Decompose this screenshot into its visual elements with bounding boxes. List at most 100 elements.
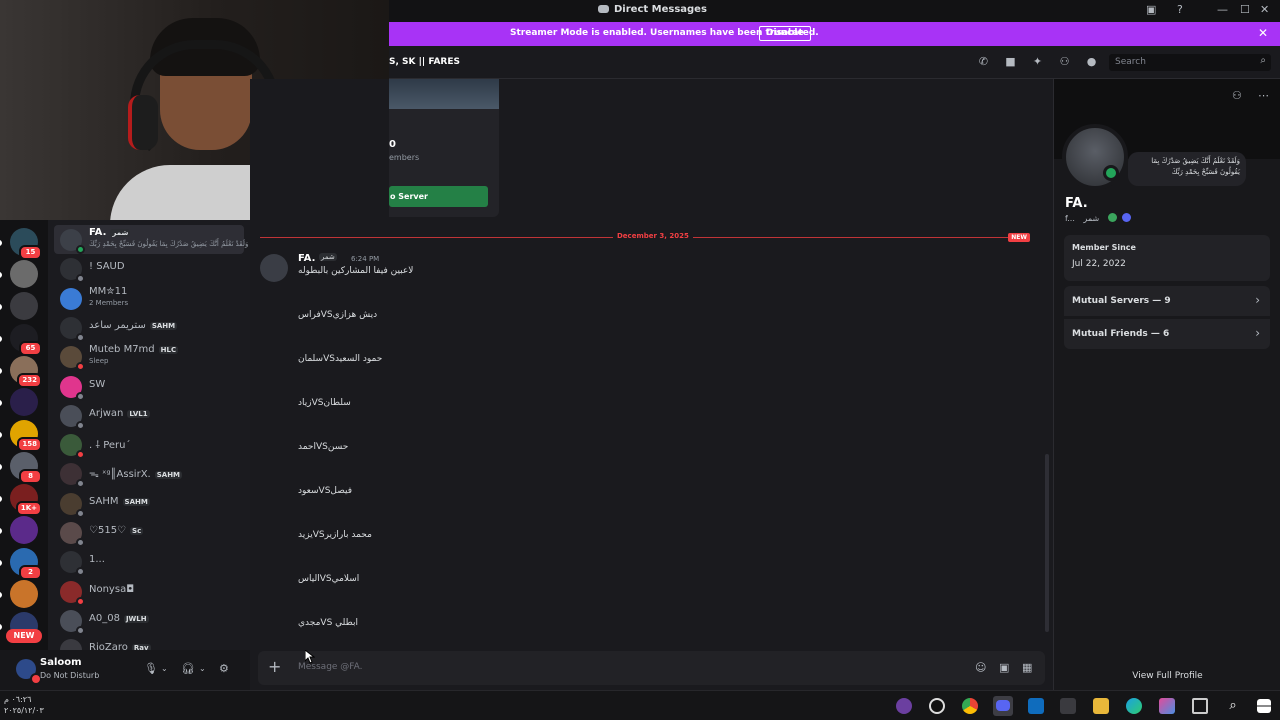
chevron-down-icon[interactable]: ⌄ (161, 664, 168, 673)
join-server-button[interactable]: o Server (389, 186, 488, 207)
copilot-icon[interactable] (1159, 698, 1175, 714)
task-view-icon[interactable] (1192, 698, 1208, 714)
settings-gear-icon[interactable]: ⚙ (219, 662, 229, 675)
dm-item[interactable]: Arjwan LVL1 (54, 401, 244, 430)
search-icon: ⌕ (1260, 55, 1266, 66)
emoji-icon[interactable]: ☺ (975, 661, 986, 674)
status-indicator (76, 567, 85, 577)
server-icon[interactable] (0, 292, 38, 320)
voice-call-icon[interactable]: ✆ (977, 56, 990, 68)
server-icon[interactable]: 15 (0, 228, 42, 260)
disable-streamer-mode-button[interactable]: Disable (759, 26, 811, 41)
windows-start-icon[interactable] (1257, 699, 1271, 713)
chat-scrollbar[interactable] (1045, 454, 1049, 632)
message-author-avatar[interactable] (260, 254, 288, 282)
microphone-icon[interactable]: 🎙︎ (144, 662, 158, 675)
banner-close-icon[interactable]: ✕ (1258, 26, 1268, 40)
add-attachment-icon[interactable]: + (268, 658, 281, 676)
file-explorer-icon[interactable] (1093, 698, 1109, 714)
dm-name-text: SW (89, 378, 106, 390)
more-options-icon[interactable]: ⋯ (1258, 89, 1269, 102)
dm-name: . ⸸ Peru´ (89, 437, 131, 451)
server-icon[interactable]: 65 (0, 324, 42, 356)
server-icon[interactable] (0, 580, 38, 608)
help-icon[interactable]: ? (1177, 3, 1183, 16)
message-timestamp: 6:24 PM (351, 255, 380, 263)
server-icon[interactable] (0, 516, 38, 544)
search-bar[interactable]: Search ⌕ (1109, 54, 1271, 71)
dm-item[interactable]: A0_08 JWLH (54, 606, 244, 635)
server-icon[interactable]: 2 (0, 548, 42, 580)
server-icon[interactable] (0, 260, 38, 288)
dm-item[interactable]: MM✮11 2 Members (54, 284, 244, 313)
view-full-profile-link[interactable]: View Full Profile (1054, 671, 1280, 681)
message-author[interactable]: FA. (298, 253, 315, 264)
dm-name: ᯓ ˣᵍ║AssirX. SAHM (89, 466, 183, 480)
server-icon[interactable]: 232 (0, 356, 42, 388)
dm-item[interactable]: SW (54, 372, 244, 401)
dm-item[interactable]: RioZaro Rav (54, 635, 244, 650)
server-icon[interactable] (0, 388, 38, 416)
dm-name-text: MM✮11 (89, 285, 128, 297)
dm-item[interactable]: Muteb M7md HLC Sleep (54, 342, 244, 372)
mutual-servers-row[interactable]: Mutual Servers — 9 › (1064, 286, 1270, 316)
chrome-icon[interactable] (962, 698, 978, 714)
server-icon[interactable]: 8 (0, 452, 42, 484)
close-icon[interactable]: ✕ (1260, 3, 1269, 16)
boost-badge-icon (1122, 213, 1132, 222)
profile-display-name: FA. (1065, 196, 1088, 211)
server-icon[interactable]: 1K+ (0, 484, 42, 516)
guild-tag: SAHM (122, 497, 150, 506)
dm-item[interactable]: ! SAUD (54, 254, 244, 284)
dm-item[interactable]: . ⸸ Peru´ (54, 430, 244, 460)
minimize-icon[interactable]: — (1217, 3, 1228, 16)
custom-status-bubble: وَلَقَدْ نَعْلَمُ أَنَّكَ يَضِيقُ صَدْرُ… (1128, 152, 1246, 186)
chevron-down-icon[interactable]: ⌄ (199, 664, 206, 673)
status-indicator (76, 332, 85, 342)
new-unreads-pill[interactable]: NEW (6, 629, 42, 643)
mutual-friends-label: Mutual Friends — 6 (1072, 329, 1170, 339)
profile-avatar[interactable] (1062, 124, 1128, 190)
dm-name: MM✮11 (89, 286, 127, 297)
inbox-icon[interactable]: ▣ (1146, 3, 1156, 16)
headphones-icon[interactable]: 🎧︎ (181, 662, 195, 675)
add-friend-icon[interactable]: ⚇ (1232, 89, 1242, 102)
dm-item[interactable]: Nonysa◘ (54, 577, 244, 606)
pin-icon[interactable]: ✦ (1031, 56, 1044, 68)
search-input[interactable]: Search (1115, 57, 1146, 67)
dm-name: Nonysa◘ (89, 584, 134, 595)
edge-icon[interactable] (1126, 698, 1142, 714)
obs-icon[interactable] (929, 698, 945, 714)
outlook-icon[interactable] (1028, 698, 1044, 714)
mention-badge: 158 (17, 437, 42, 452)
message-line: الياسVSاسلامي (298, 574, 360, 584)
mention-badge: 1K+ (15, 501, 42, 516)
status-indicator (76, 625, 85, 635)
unread-indicator (0, 528, 2, 534)
mutual-friends-row[interactable]: Mutual Friends — 6 › (1064, 319, 1270, 349)
message-line: لاعبين فيفا المشاركين بالبطوله (298, 266, 414, 276)
store-icon[interactable] (1060, 698, 1076, 714)
user-profile-icon[interactable]: ● (1085, 56, 1098, 68)
dm-item[interactable]: ♡515♡ Sc (54, 518, 244, 547)
server-icon[interactable]: 158 (0, 420, 42, 452)
dm-item[interactable]: ستريمر ساعد SAHM (54, 313, 244, 342)
sticker-icon[interactable]: ▣ (999, 661, 1009, 674)
status-indicator (76, 391, 85, 401)
new-badge: NEW (1008, 233, 1030, 242)
dm-item[interactable]: FA. شمر وَلَقَدْ نَعْلَمُ أَنَّكَ يَضِيقُ … (54, 225, 248, 254)
gift-icon[interactable]: ▦ (1022, 661, 1032, 674)
discord-taskbar-icon[interactable] (993, 696, 1013, 716)
status-indicator (76, 508, 85, 518)
taskbar-clock[interactable]: ٠٦:٢٦ م ٢٠٢٥/١٢/٠٣ (4, 694, 44, 716)
dm-name: Muteb M7md HLC (89, 344, 179, 355)
app-icon[interactable] (896, 698, 912, 714)
dm-item[interactable]: 1... (54, 547, 244, 577)
add-friends-icon[interactable]: ⚇ (1058, 56, 1071, 68)
search-icon[interactable]: ⌕ (1225, 698, 1241, 714)
video-call-icon[interactable]: ■ (1004, 56, 1017, 68)
dm-item[interactable]: SAHM SAHM (54, 489, 244, 518)
maximize-icon[interactable]: ☐ (1240, 3, 1250, 16)
unread-indicator (0, 368, 2, 374)
dm-item[interactable]: ᯓ ˣᵍ║AssirX. SAHM (54, 459, 244, 489)
